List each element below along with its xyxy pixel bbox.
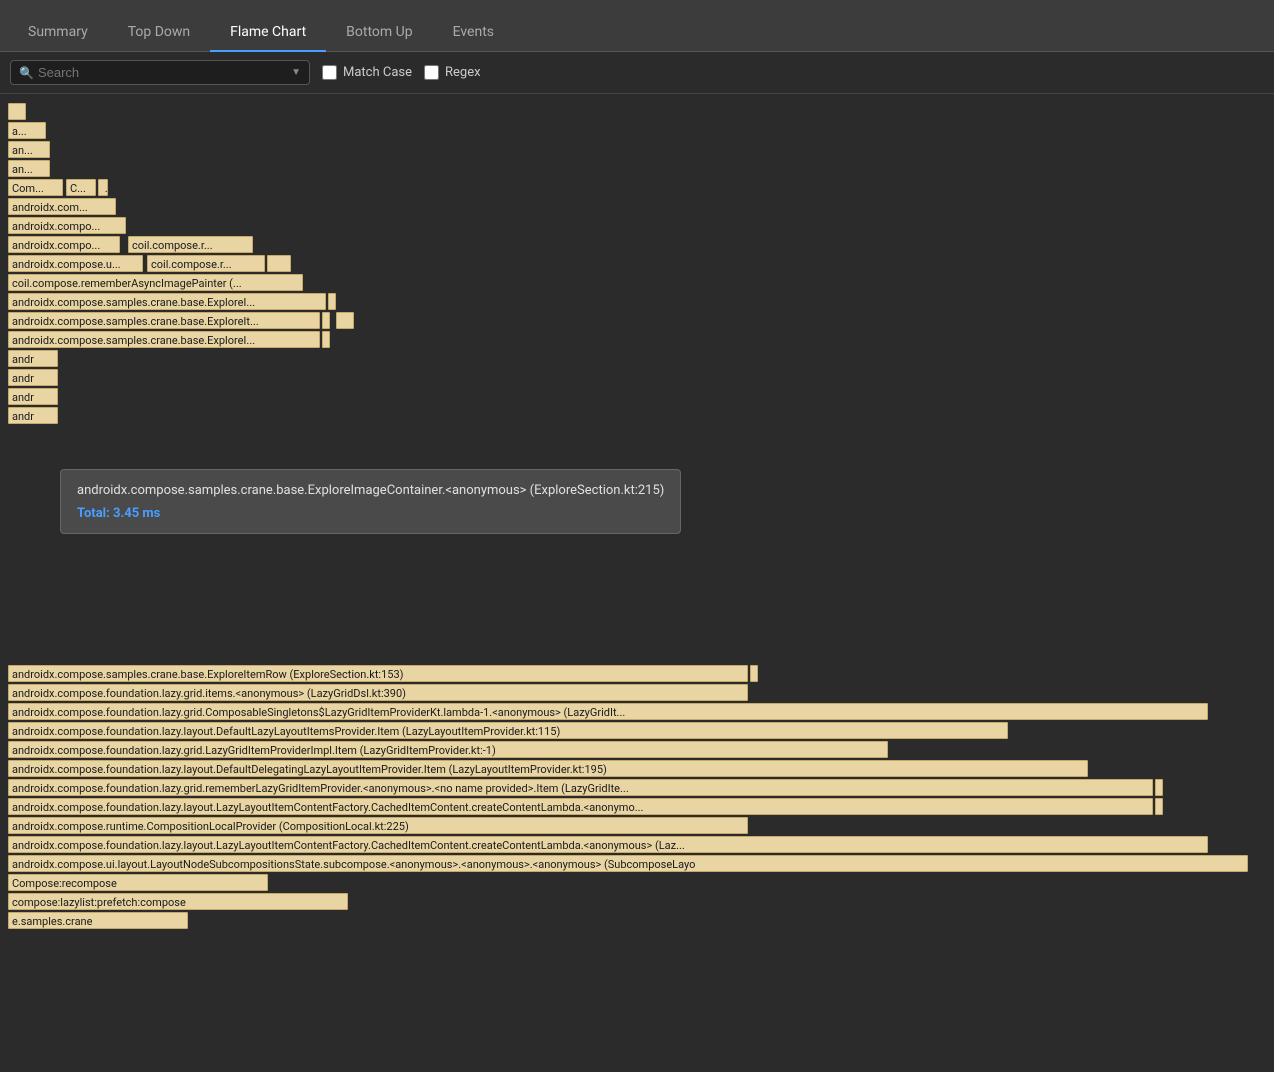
tab-bar: Summary Top Down Flame Chart Bottom Up E… xyxy=(0,0,1274,52)
flame-bar[interactable]: a... xyxy=(8,122,46,139)
flame-bar[interactable]: androidx.compose.samples.crane.base.Expl… xyxy=(8,293,326,310)
flame-bar[interactable]: androidx.compo... xyxy=(8,236,120,253)
flame-row: androidx.compo... xyxy=(8,216,1266,234)
regex-label[interactable]: Regex xyxy=(424,65,481,80)
flame-bar[interactable] xyxy=(328,293,336,310)
search-input[interactable] xyxy=(38,65,287,80)
flame-bar[interactable]: androidx.compose.foundation.lazy.layout.… xyxy=(8,722,1008,739)
flame-chart-area: a... an... an... Com... C... androidx.co… xyxy=(0,94,1274,1054)
flame-bar[interactable]: androidx.compose.foundation.lazy.layout.… xyxy=(8,836,1208,853)
match-case-label[interactable]: Match Case xyxy=(322,65,412,80)
flame-row: androidx.compose.samples.crane.base.Expl… xyxy=(8,311,1266,329)
tooltip-total-label: Total: xyxy=(77,506,110,521)
flame-row: e.samples.crane xyxy=(8,911,1266,929)
flame-bar[interactable]: andr xyxy=(8,350,58,367)
flame-row: androidx.compose.foundation.lazy.layout.… xyxy=(8,797,1266,815)
flame-row xyxy=(8,102,1266,120)
flame-row: androidx.compose.samples.crane.base.Expl… xyxy=(8,292,1266,310)
flame-row: coil.compose.rememberAsyncImagePainter (… xyxy=(8,273,1266,291)
flame-bar[interactable]: androidx.compose.u... xyxy=(8,255,143,272)
flame-bar[interactable]: androidx.compose.samples.crane.base.Expl… xyxy=(8,665,748,682)
flame-bar[interactable]: coil.compose.rememberAsyncImagePainter (… xyxy=(8,274,303,291)
flame-row: androidx.compose.u... coil.compose.r... xyxy=(8,254,1266,272)
search-icon: 🔍 xyxy=(19,66,34,80)
flame-row: andr xyxy=(8,368,1266,386)
flame-row: androidx.compose.foundation.lazy.grid.Co… xyxy=(8,702,1266,720)
flame-bar[interactable]: androidx.compose.foundation.lazy.grid.re… xyxy=(8,779,1153,796)
flame-bar[interactable]: andr xyxy=(8,388,58,405)
flame-bar[interactable]: an... xyxy=(8,160,50,177)
flame-bar[interactable]: androidx.compose.samples.crane.base.Expl… xyxy=(8,312,320,329)
search-wrapper[interactable]: 🔍 ▼ xyxy=(10,60,310,85)
flame-bar[interactable]: coil.compose.r... xyxy=(128,236,253,253)
flame-bar[interactable]: C... xyxy=(66,179,96,196)
flame-row: androidx.compose.runtime.CompositionLoca… xyxy=(8,816,1266,834)
flame-bar[interactable] xyxy=(1155,798,1163,815)
flame-bar[interactable]: andr xyxy=(8,369,58,386)
flame-row: androidx.compose.foundation.lazy.layout.… xyxy=(8,721,1266,739)
flame-row: an... xyxy=(8,159,1266,177)
flame-tooltip: androidx.compose.samples.crane.base.Expl… xyxy=(60,469,681,534)
flame-bar[interactable]: an... xyxy=(8,141,50,158)
flame-bar[interactable]: androidx.compose.foundation.lazy.grid.La… xyxy=(8,741,888,758)
search-bar: 🔍 ▼ Match Case Regex xyxy=(0,52,1274,94)
full-rows-container: androidx.compose.samples.crane.base.Expl… xyxy=(8,664,1266,929)
flame-bar[interactable]: androidx.compose.foundation.lazy.grid.Co… xyxy=(8,703,1208,720)
flame-bar[interactable]: compose:lazylist:prefetch:compose xyxy=(8,893,348,910)
flame-bar[interactable] xyxy=(1155,779,1163,796)
flame-bar[interactable]: coil.compose.r... xyxy=(147,255,265,272)
match-case-checkbox[interactable] xyxy=(322,65,337,80)
flame-bar[interactable]: androidx.compose.foundation.lazy.layout.… xyxy=(8,798,1153,815)
flame-bar[interactable]: androidx.compose.ui.layout.LayoutNodeSub… xyxy=(8,855,1248,872)
regex-checkbox[interactable] xyxy=(424,65,439,80)
flame-row: androidx.compose.foundation.lazy.grid.it… xyxy=(8,683,1266,701)
tab-flame-chart[interactable]: Flame Chart xyxy=(210,14,326,52)
flame-row: androidx.compose.samples.crane.base.Expl… xyxy=(8,330,1266,348)
flame-row: Compose:recompose xyxy=(8,873,1266,891)
flame-row: andr xyxy=(8,406,1266,424)
flame-bar[interactable]: androidx.compose.samples.crane.base.Expl… xyxy=(8,331,320,348)
flame-row: andr xyxy=(8,349,1266,367)
tooltip-total-value: 3.45 ms xyxy=(113,506,160,521)
tab-bottom-up[interactable]: Bottom Up xyxy=(326,14,432,52)
flame-row: andr xyxy=(8,387,1266,405)
tab-summary[interactable]: Summary xyxy=(8,14,108,52)
flame-row: androidx.compose.foundation.lazy.layout.… xyxy=(8,835,1266,853)
flame-bar[interactable] xyxy=(750,665,758,682)
flame-row: a... xyxy=(8,121,1266,139)
flame-bar[interactable] xyxy=(322,331,330,348)
flame-bar[interactable]: androidx.com... xyxy=(8,198,116,215)
flame-bar[interactable]: Com... xyxy=(8,179,63,196)
flame-row: androidx.compo... coil.compose.r... xyxy=(8,235,1266,253)
flame-row: androidx.com... xyxy=(8,197,1266,215)
flame-bar[interactable]: androidx.compose.foundation.lazy.layout.… xyxy=(8,760,1088,777)
tooltip-title: androidx.compose.samples.crane.base.Expl… xyxy=(77,482,664,500)
flame-bar[interactable]: Compose:recompose xyxy=(8,874,268,891)
flame-row: androidx.compose.foundation.lazy.grid.re… xyxy=(8,778,1266,796)
flame-bar[interactable] xyxy=(98,179,108,196)
flame-bar[interactable] xyxy=(267,255,291,272)
tab-top-down[interactable]: Top Down xyxy=(108,14,210,52)
search-dropdown-icon[interactable]: ▼ xyxy=(291,67,301,78)
regex-text: Regex xyxy=(445,65,481,80)
flame-row: androidx.compose.samples.crane.base.Expl… xyxy=(8,664,1266,682)
flame-rows-container: a... an... an... Com... C... androidx.co… xyxy=(0,102,1274,929)
tooltip-total: Total: 3.45 ms xyxy=(77,506,664,521)
flame-bar[interactable]: e.samples.crane xyxy=(8,912,188,929)
flame-row: Com... C... xyxy=(8,178,1266,196)
flame-bar[interactable]: androidx.compo... xyxy=(8,217,126,234)
flame-row: androidx.compose.foundation.lazy.layout.… xyxy=(8,759,1266,777)
flame-bar[interactable] xyxy=(336,312,354,329)
flame-bar[interactable]: androidx.compose.foundation.lazy.grid.it… xyxy=(8,684,748,701)
match-case-text: Match Case xyxy=(343,65,412,80)
tab-events[interactable]: Events xyxy=(433,14,514,52)
flame-bar[interactable] xyxy=(8,103,26,120)
flame-bar[interactable]: androidx.compose.runtime.CompositionLoca… xyxy=(8,817,748,834)
flame-row: androidx.compose.foundation.lazy.grid.La… xyxy=(8,740,1266,758)
flame-row: androidx.compose.ui.layout.LayoutNodeSub… xyxy=(8,854,1266,872)
flame-row: compose:lazylist:prefetch:compose xyxy=(8,892,1266,910)
flame-bar[interactable]: andr xyxy=(8,407,58,424)
flame-bar[interactable] xyxy=(322,312,330,329)
flame-row: an... xyxy=(8,140,1266,158)
